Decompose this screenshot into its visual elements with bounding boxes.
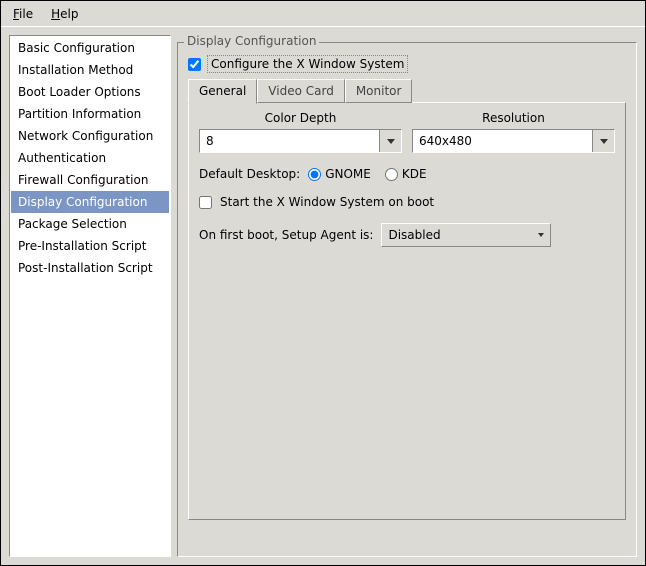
sidebar-item-firewall-configuration[interactable]: Firewall Configuration (11, 169, 169, 191)
chevron-down-icon (600, 139, 608, 144)
sidebar-item-authentication[interactable]: Authentication (11, 147, 169, 169)
default-desktop-radio-group: GNOME KDE (308, 167, 426, 181)
tab-general[interactable]: General (188, 79, 257, 104)
resolution-combo[interactable]: 640x480 (412, 129, 615, 153)
menu-file[interactable]: File (5, 3, 41, 25)
start-x-boot-label: Start the X Window System on boot (220, 195, 434, 209)
setup-agent-value: Disabled (382, 228, 532, 242)
default-desktop-label: Default Desktop: (199, 167, 300, 181)
display-configuration-panel: Display Configuration Configure the X Wi… (177, 42, 637, 557)
sidebar-item-boot-loader-options[interactable]: Boot Loader Options (11, 81, 169, 103)
sidebar-item-installation-method[interactable]: Installation Method (11, 59, 169, 81)
chevron-down-icon (387, 139, 395, 144)
tab-video-card[interactable]: Video Card (257, 79, 345, 103)
configure-x-checkbox[interactable] (188, 58, 201, 71)
sidebar-item-network-configuration[interactable]: Network Configuration (11, 125, 169, 147)
tabs: General Video Card Monitor (188, 79, 626, 103)
tab-monitor[interactable]: Monitor (345, 79, 413, 103)
radio-gnome[interactable]: GNOME (308, 167, 371, 181)
sidebar-item-post-installation-script[interactable]: Post-Installation Script (11, 257, 169, 279)
tab-body-general: Color Depth 8 Resolution 640x480 (188, 102, 626, 520)
radio-gnome-input[interactable] (308, 168, 321, 181)
start-x-boot-checkbox[interactable] (199, 196, 212, 209)
resolution-label: Resolution (482, 111, 545, 125)
radio-kde[interactable]: KDE (385, 167, 427, 181)
menubar: File Help (1, 1, 645, 27)
sidebar-item-display-configuration[interactable]: Display Configuration (11, 191, 169, 213)
resolution-value: 640x480 (413, 134, 592, 148)
panel-title: Display Configuration (184, 34, 319, 48)
sidebar-item-partition-information[interactable]: Partition Information (11, 103, 169, 125)
chevron-down-icon (538, 233, 544, 237)
sidebar: Basic Configuration Installation Method … (9, 35, 171, 557)
resolution-dropdown-button[interactable] (592, 130, 614, 152)
first-boot-label: On first boot, Setup Agent is: (199, 228, 373, 242)
sidebar-item-package-selection[interactable]: Package Selection (11, 213, 169, 235)
radio-kde-label: KDE (402, 167, 427, 181)
radio-kde-input[interactable] (385, 168, 398, 181)
sidebar-item-pre-installation-script[interactable]: Pre-Installation Script (11, 235, 169, 257)
setup-agent-dropdown-button[interactable] (532, 224, 550, 246)
radio-gnome-label: GNOME (325, 167, 371, 181)
configure-x-label: Configure the X Window System (207, 55, 408, 73)
setup-agent-combo[interactable]: Disabled (381, 223, 551, 247)
color-depth-dropdown-button[interactable] (379, 130, 401, 152)
menu-help[interactable]: Help (43, 3, 86, 25)
color-depth-value: 8 (200, 134, 379, 148)
color-depth-label: Color Depth (265, 111, 337, 125)
sidebar-item-basic-configuration[interactable]: Basic Configuration (11, 37, 169, 59)
color-depth-combo[interactable]: 8 (199, 129, 402, 153)
